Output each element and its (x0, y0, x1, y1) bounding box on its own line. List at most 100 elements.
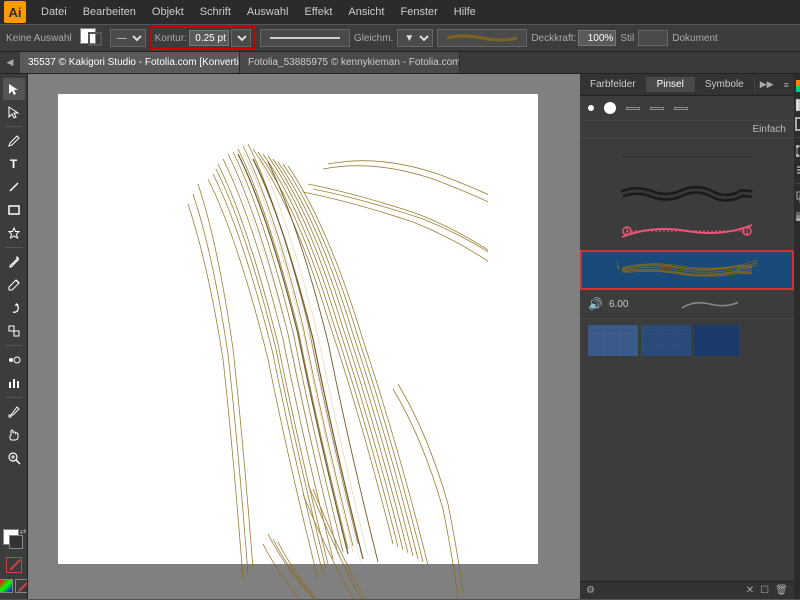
brush-panel: Farbfelder Pinsel Symbole ▶▶ ≡ Einfach (580, 74, 794, 599)
tab-scroll-left[interactable]: ◀ (0, 52, 20, 73)
brush-options-icon[interactable]: ⚙ (586, 585, 595, 596)
stroke-type-select[interactable]: — (110, 29, 146, 47)
brush-dash-3[interactable] (674, 107, 688, 110)
brush-dots-row (580, 96, 794, 121)
ri-sep-1 (795, 137, 800, 138)
tool-separator-2 (5, 247, 23, 248)
brush-size-value: 6.00 (609, 299, 628, 310)
brush-dot-small[interactable] (588, 105, 594, 111)
brush-preview-3 (588, 256, 786, 284)
kontur-box: Kontur: ▼ (150, 26, 256, 50)
tab-bar: ◀ 35537 © Kakigori Studio - Fotolia.com … (0, 52, 800, 74)
tool-select[interactable] (3, 78, 25, 100)
tool-rotate[interactable] (3, 297, 25, 319)
panel-tabs: Farbfelder Pinsel Symbole ▶▶ ≡ (580, 74, 794, 96)
opacity-input[interactable] (578, 30, 616, 46)
stroke-swatch[interactable] (88, 32, 102, 46)
tab-0[interactable]: 35537 © Kakigori Studio - Fotolia.com [K… (20, 52, 240, 73)
tool-separator-1 (5, 126, 23, 127)
brush-size-row: 🔊 6.00 (580, 290, 794, 319)
panel-spacer (580, 362, 794, 581)
menu-ansicht[interactable]: Ansicht (341, 4, 391, 20)
kontur-label: Kontur: (155, 33, 187, 44)
stroke-line-preview[interactable] (260, 29, 350, 47)
canvas-background (58, 94, 538, 564)
ri-align-btn[interactable] (794, 162, 800, 178)
panel-menu-btn[interactable]: ≡ (779, 78, 794, 92)
stil-preview[interactable] (638, 30, 668, 46)
opacity-label: Deckkraft: (531, 33, 576, 44)
swap-colors-icon[interactable]: ⇄ (20, 527, 27, 536)
tool-pen[interactable] (3, 130, 25, 152)
ri-stroke-btn[interactable] (794, 116, 800, 132)
app-logo: Ai (4, 1, 26, 23)
tab-farbfelder[interactable]: Farbfelder (580, 77, 647, 92)
brush-dash-2[interactable] (650, 107, 664, 110)
none-color[interactable] (6, 557, 22, 573)
menu-schrift[interactable]: Schrift (193, 4, 238, 20)
brush-item-1[interactable] (580, 176, 794, 213)
panel-footer: ⚙ ✕ ☐ 🗑 (580, 581, 794, 599)
tool-scale[interactable] (3, 320, 25, 342)
tool-star[interactable] (3, 222, 25, 244)
bg-color-swatch[interactable] (9, 535, 23, 549)
menu-fenster[interactable]: Fenster (393, 4, 444, 20)
tab-symbole[interactable]: Symbole (695, 77, 755, 92)
tool-type[interactable]: T (3, 153, 25, 175)
tool-pencil[interactable] (3, 274, 25, 296)
brush-item-2[interactable] (580, 213, 794, 250)
gleichm-label: Gleichm. (354, 33, 393, 44)
menu-auswahl[interactable]: Auswahl (240, 4, 296, 20)
kontur-input[interactable] (189, 30, 229, 46)
tab-pinsel[interactable]: Pinsel (647, 77, 695, 92)
none-mode-btn[interactable] (15, 579, 29, 593)
ri-gradient-btn[interactable] (794, 97, 800, 113)
brush-item-0[interactable] (580, 139, 794, 176)
brush-size-preview (634, 294, 785, 314)
ri-layers-btn[interactable] (794, 208, 800, 224)
right-side: Farbfelder Pinsel Symbole ▶▶ ≡ Einfach (580, 74, 800, 599)
canvas-area[interactable] (28, 74, 580, 599)
brush-size-icon: 🔊 (588, 297, 603, 311)
tool-direct-select[interactable] (3, 101, 25, 123)
menu-objekt[interactable]: Objekt (145, 4, 191, 20)
ri-color-btn[interactable] (794, 78, 800, 94)
tool-separator-3 (5, 345, 23, 346)
gleichm-select[interactable]: ▼ (397, 29, 433, 47)
brush-add-btn[interactable]: ✕ (746, 585, 754, 596)
menu-hilfe[interactable]: Hilfe (447, 4, 483, 20)
stroke-line (270, 37, 340, 39)
tool-graph[interactable] (3, 372, 25, 394)
kontur-unit-select[interactable]: ▼ (231, 29, 251, 47)
menu-bar: Ai Datei Bearbeiten Objekt Schrift Auswa… (0, 0, 800, 24)
menu-bearbeiten[interactable]: Bearbeiten (76, 4, 143, 20)
tool-separator-4 (5, 397, 23, 398)
tab-1[interactable]: Fotolia_53885975 © kennykieman - Fotolia… (240, 52, 460, 73)
brush-menu-btn[interactable]: 🗑 (775, 585, 788, 596)
toolbar: Keine Auswahl — Kontur: ▼ Gleichm. ▼ Dec… (0, 24, 800, 52)
brush-dash-1[interactable] (626, 107, 640, 110)
brush-item-3[interactable] (580, 250, 794, 290)
tool-eyedropper[interactable] (3, 401, 25, 423)
tool-line[interactable] (3, 176, 25, 198)
dokument-label: Dokument (672, 33, 718, 44)
panel-expand-btn[interactable]: ▶▶ (755, 77, 779, 92)
ri-pathfinder-btn[interactable] (794, 189, 800, 205)
tool-brush[interactable] (3, 251, 25, 273)
brush-section-label: Einfach (580, 121, 794, 139)
tool-hand[interactable] (3, 424, 25, 446)
tool-rect[interactable] (3, 199, 25, 221)
tool-blend[interactable] (3, 349, 25, 371)
ri-transform-btn[interactable] (794, 143, 800, 159)
brush-stroke-preview[interactable] (437, 29, 527, 47)
brush-dot-large[interactable] (604, 102, 616, 114)
menu-datei[interactable]: Datei (34, 4, 74, 20)
tool-colors: ⇄ (0, 529, 28, 599)
opacity-box: Deckkraft: (531, 30, 616, 46)
brush-delete-btn[interactable]: ☐ (760, 585, 769, 596)
ri-sep-2 (795, 183, 800, 184)
color-mode-btn[interactable] (0, 579, 13, 593)
brush-preview-1 (586, 180, 788, 208)
tool-zoom[interactable] (3, 447, 25, 469)
menu-effekt[interactable]: Effekt (297, 4, 339, 20)
